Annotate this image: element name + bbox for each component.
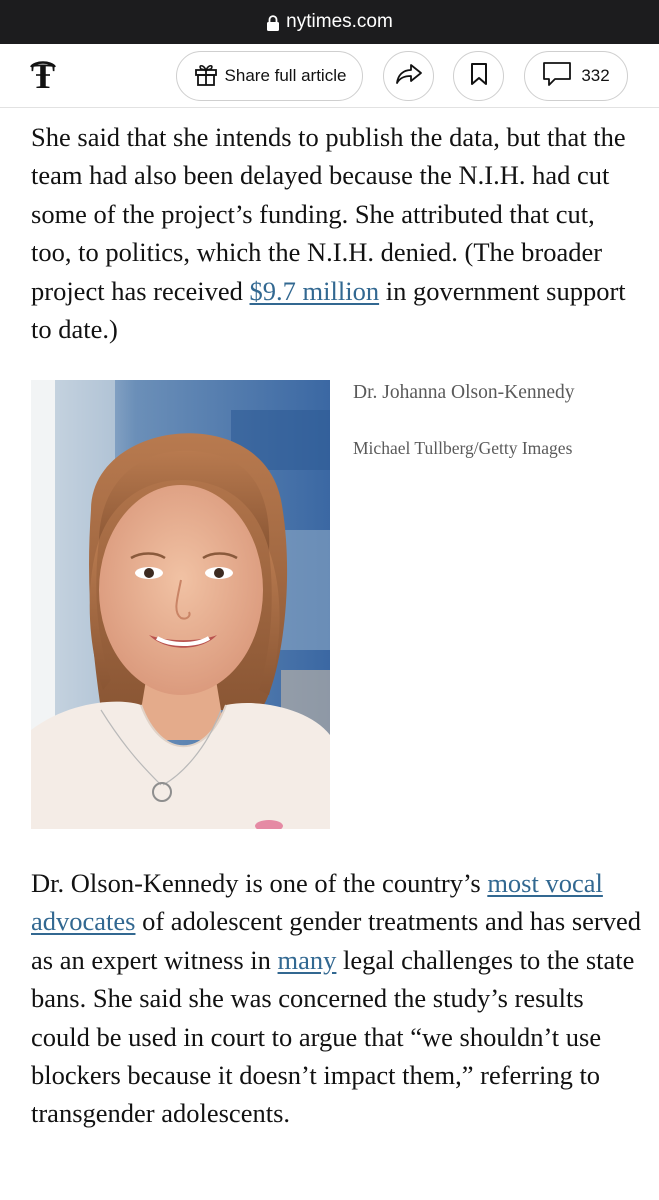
share-label: Share full article xyxy=(224,66,347,85)
article-photo[interactable] xyxy=(31,380,330,829)
comment-count: 332 xyxy=(581,66,610,85)
share-forward-button[interactable] xyxy=(383,51,434,101)
browser-url-bar[interactable]: nytimes.com xyxy=(0,0,659,44)
most-vocal-link[interactable]: most vocal xyxy=(487,868,603,898)
many-link[interactable]: many xyxy=(278,945,337,975)
photo-credit: Michael Tullberg/Getty Images xyxy=(353,438,573,458)
comments-button[interactable]: 332 xyxy=(524,51,628,101)
share-full-article-button[interactable]: Share full article xyxy=(176,51,363,101)
photo-caption: Dr. Johanna Olson-Kennedy xyxy=(353,382,575,403)
advocates-link[interactable]: advocates xyxy=(31,906,135,936)
save-bookmark-button[interactable] xyxy=(453,51,504,101)
bookmark-icon xyxy=(470,62,488,91)
comment-icon xyxy=(542,61,572,92)
nyt-t-logo-icon[interactable]: T xyxy=(26,57,60,95)
article-paragraph: Dr. Olson-Kennedy is one of the country’… xyxy=(31,864,641,1133)
url-text: nytimes.com xyxy=(286,11,393,32)
gift-icon xyxy=(193,61,219,92)
article-paragraph: She said that she intends to publish the… xyxy=(31,118,641,348)
article-toolbar: T Share full article 332 xyxy=(0,44,659,108)
paragraph-text: Dr. Olson-Kennedy is one of the country’… xyxy=(31,868,488,898)
lock-icon xyxy=(266,15,280,31)
share-arrow-icon xyxy=(395,62,423,91)
funding-link[interactable]: $9.7 million xyxy=(250,276,380,306)
